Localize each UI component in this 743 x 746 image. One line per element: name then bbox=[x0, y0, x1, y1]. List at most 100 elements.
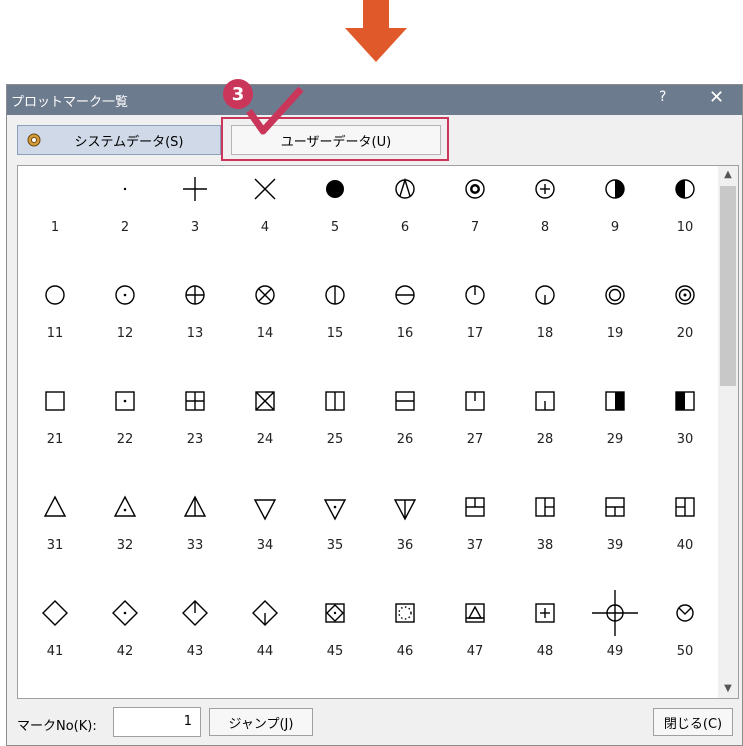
mark-cell-2[interactable]: 2 bbox=[90, 166, 160, 266]
blank-icon bbox=[40, 174, 70, 204]
mark-cell-46[interactable]: 46 bbox=[370, 590, 440, 690]
mark-cell-6[interactable]: 6 bbox=[370, 166, 440, 266]
mark-cell-44[interactable]: 44 bbox=[230, 590, 300, 690]
mark-cell-50[interactable]: 50 bbox=[650, 590, 720, 690]
mark-cell-45[interactable]: 45 bbox=[300, 590, 370, 690]
mark-cell-15[interactable]: 15 bbox=[300, 272, 370, 372]
mark-number: 38 bbox=[536, 538, 554, 553]
square-plus-small-icon bbox=[535, 603, 555, 623]
scroll-up-icon[interactable]: ▲ bbox=[718, 166, 738, 184]
diamond-icon bbox=[42, 600, 68, 626]
circle-cross-full-icon bbox=[185, 285, 205, 305]
mark-cell-12[interactable]: 12 bbox=[90, 272, 160, 372]
mark-number: 49 bbox=[606, 644, 624, 659]
mark-cell-39[interactable]: 39 bbox=[580, 484, 650, 584]
mark-number: 30 bbox=[676, 432, 694, 447]
mark-cell-34[interactable]: 34 bbox=[230, 484, 300, 584]
mark-cell-22[interactable]: 22 bbox=[90, 378, 160, 478]
mark-cell-36[interactable]: 36 bbox=[370, 484, 440, 584]
tab-system-label: システムデータ(S) bbox=[74, 134, 184, 150]
square-top-line-icon bbox=[465, 391, 485, 411]
mark-cell-31[interactable]: 31 bbox=[20, 484, 90, 584]
mark-cell-33[interactable]: 33 bbox=[160, 484, 230, 584]
mark-cell-1[interactable]: 1 bbox=[20, 166, 90, 266]
scroll-thumb[interactable] bbox=[720, 186, 736, 386]
mark-number: 7 bbox=[470, 220, 480, 235]
system-data-icon bbox=[26, 132, 42, 152]
mark-number: 40 bbox=[676, 538, 694, 553]
mark-cell-37[interactable]: 37 bbox=[440, 484, 510, 584]
mark-cell-21[interactable]: 21 bbox=[20, 378, 90, 478]
triangle-icon bbox=[43, 495, 67, 517]
mark-cell-41[interactable]: 41 bbox=[20, 590, 90, 690]
square-hline-icon bbox=[395, 391, 415, 411]
mark-number: 2 bbox=[120, 220, 130, 235]
triangle-down-dot-icon bbox=[323, 499, 347, 521]
circle-vline-icon bbox=[325, 285, 345, 305]
mark-cell-24[interactable]: 24 bbox=[230, 378, 300, 478]
mark-cell-13[interactable]: 13 bbox=[160, 272, 230, 372]
diamond-bottom-line-icon bbox=[252, 600, 278, 626]
circle-top-line-icon bbox=[465, 285, 485, 305]
mark-cell-43[interactable]: 43 bbox=[160, 590, 230, 690]
mark-cell-47[interactable]: 47 bbox=[440, 590, 510, 690]
mark-cell-17[interactable]: 17 bbox=[440, 272, 510, 372]
mark-cell-14[interactable]: 14 bbox=[230, 272, 300, 372]
mark-cell-38[interactable]: 38 bbox=[510, 484, 580, 584]
mark-cell-29[interactable]: 29 bbox=[580, 378, 650, 478]
mark-number: 29 bbox=[606, 432, 624, 447]
square-t-right-icon bbox=[675, 497, 695, 517]
mark-number: 8 bbox=[540, 220, 550, 235]
plot-mark-list-dialog: プロットマーク一覧 ? ✕ システムデータ(S) ユーザーデータ(U) 3 12… bbox=[6, 79, 743, 746]
mark-cell-32[interactable]: 32 bbox=[90, 484, 160, 584]
scroll-down-icon[interactable]: ▼ bbox=[718, 680, 738, 698]
mark-cell-28[interactable]: 28 bbox=[510, 378, 580, 478]
close-icon[interactable]: ✕ bbox=[709, 87, 724, 108]
vertical-scrollbar[interactable]: ▲ ▼ bbox=[718, 166, 738, 698]
mark-cell-25[interactable]: 25 bbox=[300, 378, 370, 478]
mark-cell-9[interactable]: 9 bbox=[580, 166, 650, 266]
mark-cell-35[interactable]: 35 bbox=[300, 484, 370, 584]
circle-x-icon bbox=[255, 285, 275, 305]
mark-number: 31 bbox=[46, 538, 64, 553]
mark-cell-26[interactable]: 26 bbox=[370, 378, 440, 478]
triangle-down-icon bbox=[253, 499, 277, 521]
mark-cell-4[interactable]: 4 bbox=[230, 166, 300, 266]
mark-no-input[interactable]: 1 bbox=[113, 707, 201, 737]
mark-cell-19[interactable]: 19 bbox=[580, 272, 650, 372]
mark-cell-11[interactable]: 11 bbox=[20, 272, 90, 372]
mark-cell-10[interactable]: 10 bbox=[650, 166, 720, 266]
mark-number: 21 bbox=[46, 432, 64, 447]
mark-cell-30[interactable]: 30 bbox=[650, 378, 720, 478]
window-title: プロットマーク一覧 bbox=[11, 95, 129, 110]
mark-cell-20[interactable]: 20 bbox=[650, 272, 720, 372]
mark-number: 27 bbox=[466, 432, 484, 447]
mark-cell-42[interactable]: 42 bbox=[90, 590, 160, 690]
mark-cell-8[interactable]: 8 bbox=[510, 166, 580, 266]
mark-cell-16[interactable]: 16 bbox=[370, 272, 440, 372]
mark-number: 4 bbox=[260, 220, 270, 235]
mark-number: 39 bbox=[606, 538, 624, 553]
jump-button[interactable]: ジャンプ(J) bbox=[209, 708, 313, 736]
mark-cell-3[interactable]: 3 bbox=[160, 166, 230, 266]
mark-cell-7[interactable]: 7 bbox=[440, 166, 510, 266]
mark-grid: 1 2 3 4 5 6 7 8 9 10 11 12 13 14 15 16 17 18 19 20 21 22 23 24 2… bbox=[17, 165, 739, 699]
circle-filled-icon bbox=[326, 180, 344, 198]
help-button[interactable]: ? bbox=[659, 89, 666, 105]
mark-number: 25 bbox=[326, 432, 344, 447]
mark-cell-49[interactable]: 49 bbox=[580, 590, 650, 690]
mark-cell-27[interactable]: 27 bbox=[440, 378, 510, 478]
close-button[interactable]: 閉じる(C) bbox=[653, 708, 733, 736]
mark-number: 9 bbox=[610, 220, 620, 235]
mark-cell-48[interactable]: 48 bbox=[510, 590, 580, 690]
mark-number: 33 bbox=[186, 538, 204, 553]
tab-system-data[interactable]: システムデータ(S) bbox=[17, 125, 221, 155]
mark-number: 32 bbox=[116, 538, 134, 553]
square-diamond-dot-icon bbox=[325, 603, 345, 623]
mark-cell-23[interactable]: 23 bbox=[160, 378, 230, 478]
mark-number: 14 bbox=[256, 326, 274, 341]
mark-cell-40[interactable]: 40 bbox=[650, 484, 720, 584]
square-vline-icon bbox=[325, 391, 345, 411]
mark-cell-5[interactable]: 5 bbox=[300, 166, 370, 266]
mark-cell-18[interactable]: 18 bbox=[510, 272, 580, 372]
